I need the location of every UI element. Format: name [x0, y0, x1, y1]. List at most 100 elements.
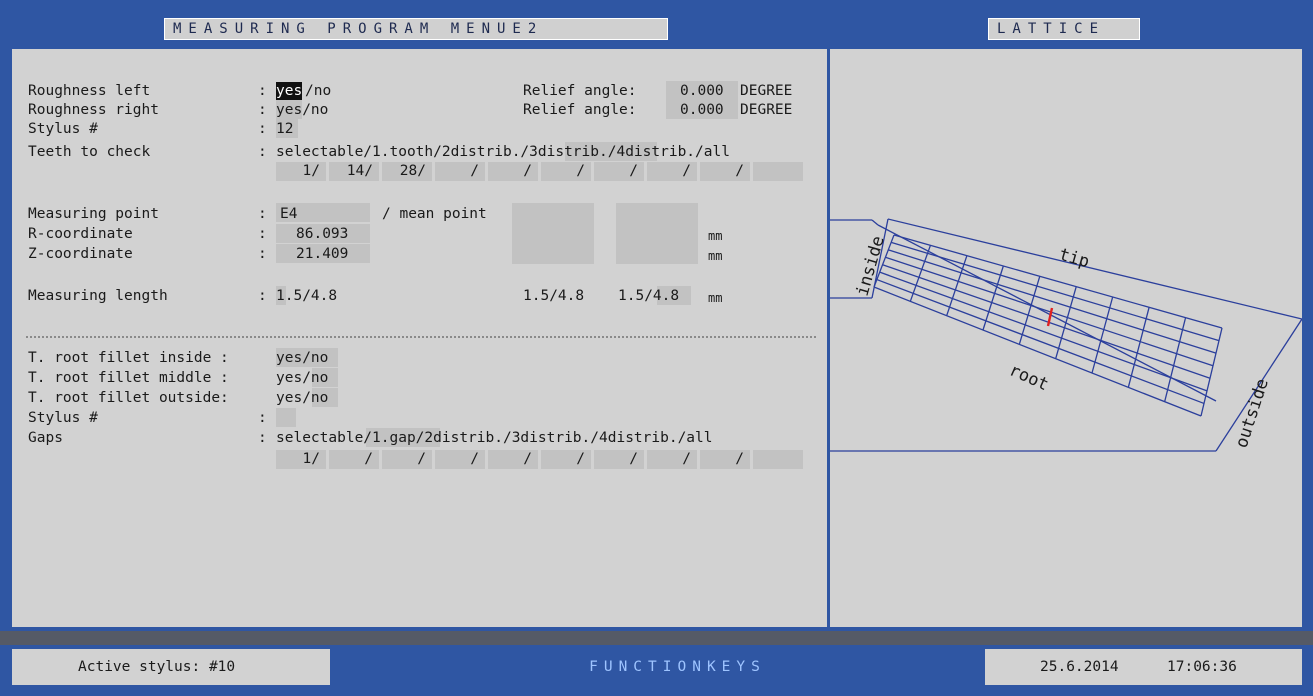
fillet-stylus-field[interactable]: [276, 408, 296, 427]
measuring-point-value[interactable]: E4: [280, 205, 297, 223]
fillet-middle-label: T. root fillet middle :: [28, 370, 229, 386]
lattice-panel: inside tip root outside: [830, 49, 1303, 627]
teeth-slot-value: /: [682, 163, 691, 179]
teeth-options[interactable]: selectable/1.tooth/2distrib./3distrib./4…: [276, 143, 730, 161]
lattice-column-line: [946, 255, 968, 316]
lattice-column-line: [1127, 307, 1150, 388]
lattice-label-inside: inside: [853, 234, 889, 299]
lattice-border-bottom: [873, 286, 1202, 417]
mean-point-box-1[interactable]: [512, 203, 594, 264]
z-coordinate-value[interactable]: 21.409: [296, 245, 348, 263]
roughness-left-sep: :: [258, 83, 267, 99]
measuring-point-label: Measuring point: [28, 206, 159, 222]
fillet-stylus-label: Stylus #: [28, 410, 98, 426]
gaps-slot-value: /: [629, 451, 638, 467]
roughness-right-sep: :: [258, 102, 267, 118]
measuring-length-value[interactable]: 1.5/4.8: [276, 287, 337, 305]
fillet-middle-value[interactable]: yes/no: [276, 369, 328, 387]
lattice-title: LATTICE: [988, 18, 1140, 40]
z-coordinate-unit: mm: [708, 249, 723, 263]
teeth-slot[interactable]: /: [700, 162, 750, 181]
teeth-sep: :: [258, 144, 267, 160]
teeth-label: Teeth to check: [28, 144, 151, 160]
bottom-separator: [0, 631, 1313, 645]
r-coordinate-value[interactable]: 86.093: [296, 225, 348, 243]
relief-angle-unit-1: DEGREE: [740, 83, 793, 99]
teeth-slot[interactable]: [753, 162, 803, 181]
lattice-column-line: [1055, 286, 1077, 359]
gaps-slot[interactable]: /: [488, 450, 538, 469]
gaps-slot-value: /: [364, 451, 373, 467]
teeth-slot[interactable]: /: [647, 162, 697, 181]
measuring-length-unit: mm: [708, 291, 723, 305]
fillet-outside-value[interactable]: yes/no: [276, 389, 328, 407]
teeth-slot[interactable]: 14/: [329, 162, 379, 181]
gaps-slot[interactable]: /: [435, 450, 485, 469]
lattice-row-line: [888, 249, 1217, 354]
stylus-sep: :: [258, 121, 267, 137]
stylus-label: Stylus #: [28, 121, 98, 137]
gaps-slot[interactable]: /: [594, 450, 644, 469]
fillet-inside-value[interactable]: yes/no: [276, 349, 328, 367]
gaps-slot[interactable]: /: [541, 450, 591, 469]
gaps-slot[interactable]: 1/: [276, 450, 326, 469]
lattice-row-line: [890, 241, 1220, 342]
roughness-right-label: Roughness right: [28, 102, 159, 118]
fillet-inside-label: T. root fillet inside :: [28, 350, 229, 366]
z-coordinate-sep: :: [258, 246, 267, 262]
roughness-left-no[interactable]: /no: [305, 82, 331, 100]
teeth-slot-value: /: [576, 163, 585, 179]
lattice-label-root: root: [1006, 360, 1052, 395]
lattice-column-line: [982, 265, 1004, 331]
measuring-length-value-3[interactable]: 1.5/4.8: [618, 287, 679, 305]
roughness-left-field[interactable]: yes /no: [276, 81, 336, 100]
teeth-slot[interactable]: /: [488, 162, 538, 181]
roughness-left-yes[interactable]: yes: [276, 82, 303, 100]
gaps-slot[interactable]: /: [329, 450, 379, 469]
function-keys-bar[interactable]: FUNCTIONKEYS: [330, 649, 985, 685]
gaps-options[interactable]: selectable/1.gap/2distrib./3distrib./4di…: [276, 429, 713, 447]
teeth-slot[interactable]: 28/: [382, 162, 432, 181]
gaps-slot-value: /: [470, 451, 479, 467]
mean-point-box-2[interactable]: [616, 203, 698, 264]
datetime-status: 25.6.2014 17:06:36: [985, 649, 1302, 685]
status-date: 25.6.2014: [1040, 659, 1119, 675]
gaps-label: Gaps: [28, 430, 63, 446]
gaps-sep: :: [258, 430, 267, 446]
fillet-stylus-sep: :: [258, 410, 267, 426]
gaps-slot-value: 1/: [302, 451, 320, 467]
teeth-slot[interactable]: /: [435, 162, 485, 181]
active-stylus-status: Active stylus: #10: [12, 649, 330, 685]
roughness-right-value[interactable]: yes/no: [276, 101, 328, 119]
measuring-length-value-2[interactable]: 1.5/4.8: [523, 287, 584, 305]
lattice-column-line: [909, 245, 932, 302]
z-coordinate-label: Z-coordinate: [28, 246, 133, 262]
teeth-slot[interactable]: 1/: [276, 162, 326, 181]
measuring-length-sep: :: [258, 288, 267, 304]
measuring-point-sep: :: [258, 206, 267, 222]
lattice-label-outside: outside: [1232, 376, 1273, 450]
teeth-slot[interactable]: /: [541, 162, 591, 181]
r-coordinate-sep: :: [258, 226, 267, 242]
roughness-left-label: Roughness left: [28, 83, 151, 99]
relief-angle-value-2: 0.000: [680, 102, 724, 118]
stylus-value[interactable]: 12: [276, 120, 293, 138]
teeth-slot[interactable]: /: [594, 162, 644, 181]
gaps-slot-value: /: [417, 451, 426, 467]
teeth-slot-value: 1/: [302, 163, 320, 179]
lattice-column-line: [1018, 276, 1041, 345]
r-coordinate-label: R-coordinate: [28, 226, 133, 242]
teeth-slot-value: /: [735, 163, 744, 179]
teeth-slot-value: /: [470, 163, 479, 179]
lattice-label-tip: tip: [1057, 245, 1092, 273]
gaps-slot-value: /: [682, 451, 691, 467]
gaps-slot[interactable]: [753, 450, 803, 469]
lattice-column-line: [1164, 317, 1187, 402]
gaps-slot[interactable]: /: [700, 450, 750, 469]
section-divider: [26, 336, 816, 338]
lattice-column-line: [1091, 296, 1114, 374]
gaps-slot[interactable]: /: [647, 450, 697, 469]
teeth-slot-value: /: [629, 163, 638, 179]
gaps-slot[interactable]: /: [382, 450, 432, 469]
status-time: 17:06:36: [1167, 659, 1237, 675]
